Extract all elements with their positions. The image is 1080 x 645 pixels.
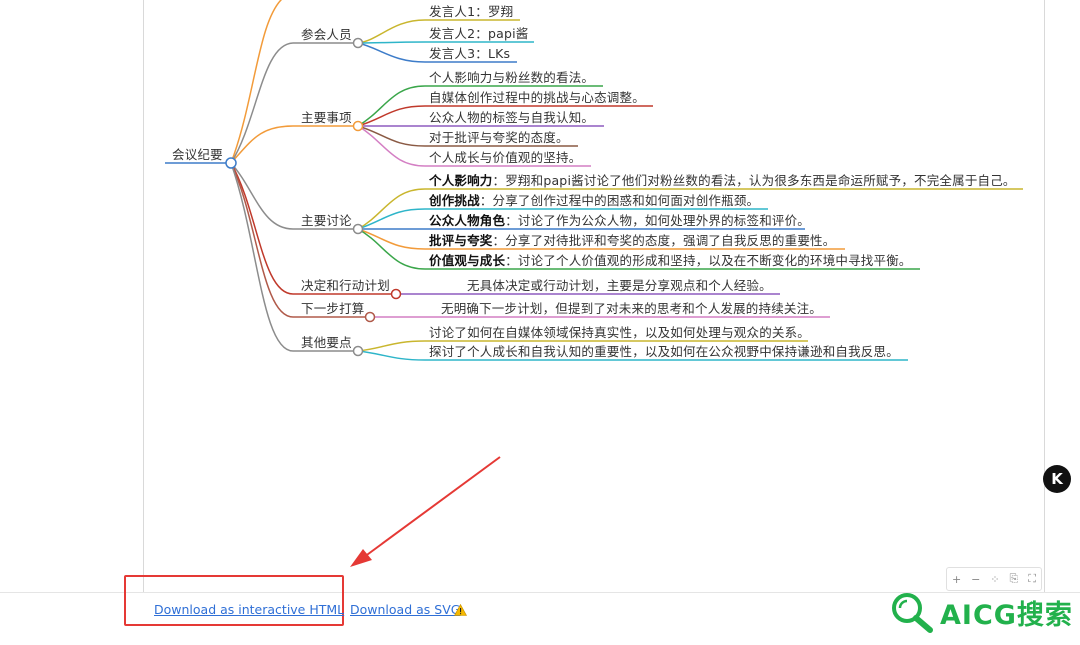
download-svg-link[interactable]: Download as SVG xyxy=(350,602,460,617)
discussion-item[interactable]: 价值观与成长：讨论了个人价值观的形成和坚持，以及在不断变化的环境中寻找平衡。 xyxy=(429,253,912,269)
edge-root-top xyxy=(230,0,283,164)
collapse-toggle-discussion xyxy=(352,223,364,235)
attendee-item[interactable]: 发言人2：papi酱 xyxy=(429,26,528,42)
mindmap-viewer: 会议纪要 参会人员 发言人1：罗翔 发言人2：papi酱 发言人3：LKs 主要… xyxy=(0,0,1080,645)
branch-main-items[interactable]: 主要事项 xyxy=(301,110,352,126)
k-badge-icon[interactable]: K xyxy=(1043,465,1071,493)
discussion-item[interactable]: 公众人物角色：讨论了作为公众人物，如何处理外界的标签和评价。 xyxy=(429,213,810,229)
main-item[interactable]: 个人成长与价值观的坚持。 xyxy=(429,150,581,166)
discussion-item-title: 创作挑战 xyxy=(429,193,480,208)
branch-attendees[interactable]: 参会人员 xyxy=(301,27,352,43)
branch-decision[interactable]: 决定和行动计划 xyxy=(301,278,390,294)
warning-icon xyxy=(454,604,467,616)
edge-root-attendees xyxy=(230,42,294,164)
zoom-out-button[interactable]: − xyxy=(971,573,980,586)
annotation-arrow-shaft xyxy=(359,456,501,561)
root-node[interactable]: 会议纪要 xyxy=(172,147,223,163)
discussion-item-text: ：分享了创作过程中的困惑和如何面对创作瓶颈。 xyxy=(479,193,760,208)
magnifier-logo-icon xyxy=(892,593,933,633)
fit-view-button[interactable]: ⁘ xyxy=(990,573,999,586)
export-button[interactable]: ⎘ xyxy=(1009,572,1018,586)
collapse-toggle-attendees xyxy=(352,37,364,49)
discussion-item[interactable]: 创作挑战：分享了创作过程中的困惑和如何面对创作瓶颈。 xyxy=(429,193,759,209)
main-item[interactable]: 个人影响力与粉丝数的看法。 xyxy=(429,70,594,86)
collapse-toggle-main-items xyxy=(352,120,364,132)
mindmap-canvas[interactable] xyxy=(0,0,1080,592)
collapse-toggle-decision xyxy=(390,288,402,300)
mindmap-toolbar: + − ⁘ ⎘ ⛶ xyxy=(946,567,1042,591)
attendee-item[interactable]: 发言人3：LKs xyxy=(429,46,510,62)
discussion-item-title: 个人影响力 xyxy=(429,173,493,188)
branch-next[interactable]: 下一步打算 xyxy=(301,301,365,317)
watermark-text: AICG搜索 xyxy=(940,599,1073,631)
others-item[interactable]: 讨论了如何在自媒体领域保持真实性，以及如何处理与观众的关系。 xyxy=(429,325,810,341)
aicg-watermark: AICG搜索 xyxy=(888,590,1073,634)
discussion-item-title: 批评与夸奖 xyxy=(429,233,493,248)
main-item[interactable]: 自媒体创作过程中的挑战与心态调整。 xyxy=(429,90,645,106)
next-item[interactable]: 无明确下一步计划，但提到了对未来的思考和个人发展的持续关注。 xyxy=(441,301,822,317)
download-html-link[interactable]: Download as interactive HTML xyxy=(154,602,344,617)
discussion-item-title: 价值观与成长 xyxy=(429,253,506,268)
branch-others[interactable]: 其他要点 xyxy=(301,335,352,351)
fullscreen-button[interactable]: ⛶ xyxy=(1028,572,1036,586)
collapse-toggle-root xyxy=(225,157,237,169)
collapse-toggle-others xyxy=(352,345,364,357)
discussion-item-text: ：讨论了作为公众人物，如何处理外界的标签和评价。 xyxy=(505,213,811,228)
discussion-item[interactable]: 批评与夸奖：分享了对待批评和夸奖的态度，强调了自我反思的重要性。 xyxy=(429,233,835,249)
main-item[interactable]: 公众人物的标签与自我认知。 xyxy=(429,110,594,126)
collapse-toggle-next xyxy=(364,311,376,323)
edge-root-others xyxy=(230,162,294,352)
branch-discussion[interactable]: 主要讨论 xyxy=(301,213,352,229)
zoom-in-button[interactable]: + xyxy=(952,573,961,586)
edge-root-decision xyxy=(230,162,294,295)
annotation-arrow-head xyxy=(350,549,372,567)
discussion-item-title: 公众人物角色 xyxy=(429,213,506,228)
main-item[interactable]: 对于批评与夸奖的态度。 xyxy=(429,130,569,146)
discussion-item-text: ：分享了对待批评和夸奖的态度，强调了自我反思的重要性。 xyxy=(492,233,836,248)
attendee-item[interactable]: 发言人1：罗翔 xyxy=(429,4,513,20)
discussion-item-text: ：讨论了个人价值观的形成和坚持，以及在不断变化的环境中寻找平衡。 xyxy=(505,253,912,268)
discussion-item-text: ：罗翔和papi酱讨论了他们对粉丝数的看法，认为很多东西是命运所赋予，不完全属于… xyxy=(492,173,1016,188)
annotation-highlight-box xyxy=(124,575,344,626)
decision-item[interactable]: 无具体决定或行动计划，主要是分享观点和个人经验。 xyxy=(467,278,772,294)
others-item[interactable]: 探讨了个人成长和自我认知的重要性，以及如何在公众视野中保持谦逊和自我反思。 xyxy=(429,344,899,360)
discussion-item[interactable]: 个人影响力：罗翔和papi酱讨论了他们对粉丝数的看法，认为很多东西是命运所赋予，… xyxy=(429,173,1016,189)
